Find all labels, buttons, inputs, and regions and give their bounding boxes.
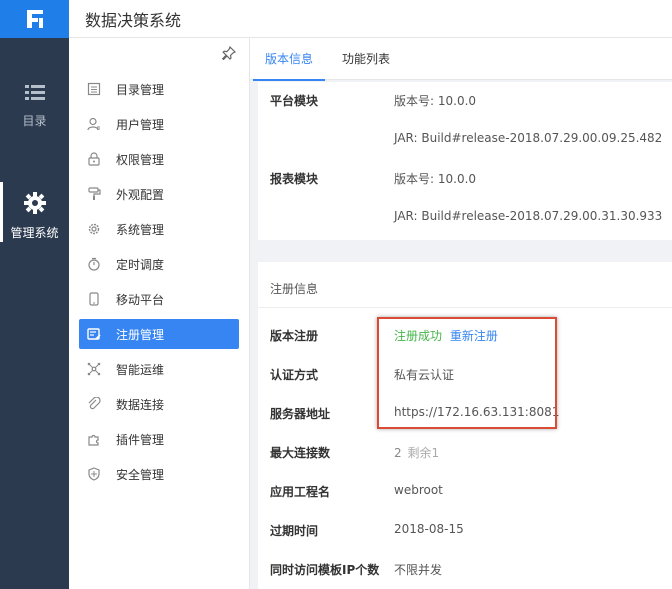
list-icon [86, 81, 102, 97]
paint-roller-icon [86, 186, 102, 202]
max-connections-label: 最大连接数 [270, 446, 331, 460]
sidebar-item-label: 智能运维 [116, 362, 165, 377]
expire-label: 过期时间 [270, 524, 319, 538]
sidebar-item-label: 用户管理 [116, 117, 165, 132]
sidebar-item-label: 安全管理 [116, 467, 165, 482]
sidebar-item-label: 注册管理 [116, 327, 165, 342]
app-name-label: 应用工程名 [270, 485, 331, 499]
report-jar: JAR: Build#release-2018.07.29.00.31.30.9… [394, 209, 663, 223]
gear-icon [23, 192, 46, 214]
shield-icon [86, 466, 102, 482]
sidebar-item-label: 定时调度 [116, 257, 165, 272]
sidebar-item-system[interactable]: 系统管理 [79, 214, 239, 244]
nav-rail: 目录 管理系统 [0, 0, 69, 589]
gear-icon [86, 221, 102, 237]
mobile-icon [86, 291, 102, 307]
platform-module-label: 平台模块 [270, 94, 319, 108]
concurrent-ip-value: 不限并发 [394, 563, 443, 577]
lock-icon [86, 151, 102, 167]
puzzle-icon [86, 431, 102, 447]
sidebar-item-schedule[interactable]: 定时调度 [79, 249, 239, 279]
sidebar-item-permissions[interactable]: 权限管理 [79, 144, 239, 174]
sidebar-item-label: 数据连接 [116, 397, 165, 412]
max-connections-value: 2 [394, 446, 402, 460]
server-address-label: 服务器地址 [270, 407, 331, 421]
tab-feature-list[interactable]: 功能列表 [342, 38, 390, 80]
sidebar-item-catalog[interactable]: 目录管理 [79, 74, 239, 104]
rail-item-directory[interactable]: 目录 [0, 84, 69, 129]
max-connections-group: 2 剩余1 [394, 444, 439, 461]
sidebar-item-label: 外观配置 [116, 187, 165, 202]
user-icon [86, 116, 102, 132]
sidebar-item-register[interactable]: 注册管理 [79, 319, 239, 349]
sidebar-item-plugins[interactable]: 插件管理 [79, 424, 239, 454]
sidebar-item-appearance[interactable]: 外观配置 [79, 179, 239, 209]
expire-value: 2018-08-15 [394, 522, 464, 536]
tab-version-info[interactable]: 版本信息 [252, 38, 326, 81]
sidebar-item-label: 移动平台 [116, 292, 165, 307]
sidebar-item-users[interactable]: 用户管理 [79, 109, 239, 139]
rail-management-label: 管理系统 [10, 226, 59, 240]
app-logo[interactable] [0, 0, 69, 38]
sidebar-item-label: 系统管理 [116, 222, 165, 237]
report-version: 版本号: 10.0.0 [394, 172, 477, 186]
sidebar: 目录管理 用户管理 权限管理 外观配置 系统管理 定时调度 移动平台 注册管理 … [69, 38, 250, 589]
tab-bar: 版本信息 功能列表 [250, 38, 672, 81]
logo-icon [26, 10, 43, 28]
sidebar-item-ops[interactable]: 智能运维 [79, 354, 239, 384]
app-title: 数据决策系统 [85, 10, 182, 30]
highlight-box [377, 317, 557, 429]
rail-item-management[interactable]: 管理系统 [0, 182, 69, 242]
sidebar-item-security[interactable]: 安全管理 [79, 459, 239, 489]
concurrent-ip-label: 同时访问模板IP个数 [270, 563, 380, 577]
divider [258, 307, 672, 308]
rail-directory-label: 目录 [22, 114, 47, 128]
version-registration-label: 版本注册 [270, 329, 319, 343]
sidebar-item-mobile[interactable]: 移动平台 [79, 284, 239, 314]
platform-version: 版本号: 10.0.0 [394, 94, 477, 108]
sidebar-item-label: 插件管理 [116, 432, 165, 447]
report-module-label: 报表模块 [270, 172, 319, 186]
app-name-value: webroot [394, 483, 443, 497]
timer-icon [86, 256, 102, 272]
version-panel: 平台模块 版本号: 10.0.0 JAR: Build#release-2018… [258, 82, 672, 240]
pin-icon[interactable] [222, 46, 236, 60]
auth-method-label: 认证方式 [270, 368, 319, 382]
max-connections-remaining: 剩余1 [407, 446, 440, 460]
sidebar-item-label: 权限管理 [116, 152, 165, 167]
list-menu-icon [24, 85, 45, 100]
network-icon [86, 361, 102, 377]
register-icon [86, 326, 102, 342]
sidebar-item-data-connection[interactable]: 数据连接 [79, 389, 239, 419]
link-icon [86, 396, 102, 412]
platform-jar: JAR: Build#release-2018.07.29.00.09.25.4… [394, 131, 663, 145]
app-header: 数据决策系统 [69, 0, 672, 38]
registration-section-title: 注册信息 [270, 282, 319, 296]
sidebar-item-label: 目录管理 [116, 82, 165, 97]
